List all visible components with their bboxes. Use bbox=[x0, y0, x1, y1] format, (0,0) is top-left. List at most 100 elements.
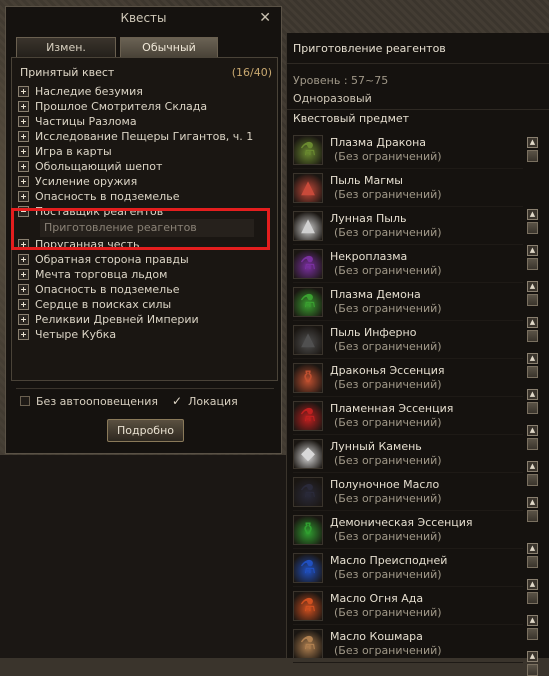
scroll-thumb[interactable] bbox=[527, 150, 538, 162]
quest-item-row[interactable]: ⚗ Плазма Демона (Без ограничений) bbox=[293, 283, 523, 321]
scroll-thumb[interactable] bbox=[527, 294, 538, 306]
quest-list-item[interactable]: Наследие безумия bbox=[18, 84, 273, 99]
quest-list-item[interactable]: Опасность в подземелье bbox=[18, 282, 273, 297]
scroll-up-icon[interactable]: ▲ bbox=[527, 137, 538, 148]
quest-list-item[interactable]: Усиление оружия bbox=[18, 174, 273, 189]
quest-list-item[interactable]: Исследование Пещеры Гигантов, ч. 1 bbox=[18, 129, 273, 144]
expand-icon[interactable] bbox=[18, 86, 29, 97]
expand-icon[interactable] bbox=[18, 191, 29, 202]
tab-change[interactable]: Измен. bbox=[16, 37, 116, 57]
item-name: Масло Огня Ада bbox=[330, 591, 424, 605]
scroll-thumb[interactable] bbox=[527, 402, 538, 414]
auto-notify-checkbox[interactable] bbox=[20, 396, 30, 406]
expand-icon[interactable] bbox=[18, 146, 29, 157]
sub-quest-item[interactable]: Приготовление реагентов bbox=[40, 219, 254, 237]
scroll-thumb[interactable] bbox=[527, 222, 538, 234]
scroll-up-icon[interactable]: ▲ bbox=[527, 209, 538, 220]
scroll-up-icon[interactable]: ▲ bbox=[527, 245, 538, 256]
quest-list-item[interactable]: Частицы Разлома bbox=[18, 114, 273, 129]
item-scrollbar[interactable]: ▲ bbox=[527, 615, 540, 640]
scroll-thumb[interactable] bbox=[527, 438, 538, 450]
scroll-up-icon[interactable]: ▲ bbox=[527, 461, 538, 472]
scroll-thumb[interactable] bbox=[527, 258, 538, 270]
quest-item-row[interactable]: ▲ Пыль Магмы (Без ограничений) bbox=[293, 169, 523, 207]
expand-icon[interactable] bbox=[18, 314, 29, 325]
quest-list-item[interactable]: Прошлое Смотрителя Склада bbox=[18, 99, 273, 114]
item-scrollbar[interactable]: ▲ bbox=[527, 209, 540, 234]
details-button[interactable]: Подробно bbox=[107, 419, 184, 442]
quest-item-row[interactable]: ⚗ Пламенная Эссенция (Без ограничений) bbox=[293, 397, 523, 435]
quest-item-row[interactable]: ⚗ Некроплазма (Без ограничений) bbox=[293, 245, 523, 283]
scroll-thumb[interactable] bbox=[527, 664, 538, 676]
expand-icon[interactable] bbox=[18, 161, 29, 172]
scroll-up-icon[interactable]: ▲ bbox=[527, 579, 538, 590]
item-scrollbar[interactable]: ▲ bbox=[527, 317, 540, 342]
item-scrollbar[interactable]: ▲ bbox=[527, 579, 540, 604]
item-scrollbar[interactable]: ▲ bbox=[527, 425, 540, 450]
expand-icon[interactable] bbox=[18, 254, 29, 265]
auto-notify-option[interactable]: Без автооповещения bbox=[20, 395, 158, 408]
quest-list-item[interactable]: Игра в карты bbox=[18, 144, 273, 159]
quest-list-item[interactable]: Обольщающий шепот bbox=[18, 159, 273, 174]
location-option[interactable]: ✓ Локация bbox=[172, 394, 238, 408]
scroll-up-icon[interactable]: ▲ bbox=[527, 425, 538, 436]
scroll-up-icon[interactable]: ▲ bbox=[527, 543, 538, 554]
tab-normal[interactable]: Обычный bbox=[120, 37, 218, 57]
item-scrollbar[interactable]: ▲ bbox=[527, 461, 540, 486]
quest-list-item[interactable]: Мечта торговца льдом bbox=[18, 267, 273, 282]
quest-item-row[interactable]: ◆ Лунный Камень (Без ограничений) bbox=[293, 435, 523, 473]
item-limit: (Без ограничений) bbox=[334, 339, 442, 353]
scroll-up-icon[interactable]: ▲ bbox=[527, 389, 538, 400]
item-scrollbar[interactable]: ▲ bbox=[527, 245, 540, 270]
scroll-up-icon[interactable]: ▲ bbox=[527, 651, 538, 662]
quest-item-row[interactable]: ⚗ Масло Преисподней (Без ограничений) bbox=[293, 549, 523, 587]
item-scrollbar[interactable]: ▲ bbox=[527, 543, 540, 568]
check-icon[interactable]: ✓ bbox=[172, 394, 182, 408]
quest-item-row[interactable]: ▲ Пыль Инферно (Без ограничений) bbox=[293, 321, 523, 359]
scroll-thumb[interactable] bbox=[527, 330, 538, 342]
scroll-up-icon[interactable]: ▲ bbox=[527, 615, 538, 626]
collapse-icon[interactable] bbox=[18, 206, 29, 217]
quest-item-row[interactable]: ⚱ Демоническая Эссенция (Без ограничений) bbox=[293, 511, 523, 549]
expand-icon[interactable] bbox=[18, 131, 29, 142]
scroll-up-icon[interactable]: ▲ bbox=[527, 281, 538, 292]
scroll-up-icon[interactable]: ▲ bbox=[527, 353, 538, 364]
expand-icon[interactable] bbox=[18, 176, 29, 187]
quest-item-row[interactable]: ⚗ Плазма Дракона (Без ограничений) bbox=[293, 131, 523, 169]
item-scrollbar[interactable]: ▲ bbox=[527, 389, 540, 414]
expand-icon[interactable] bbox=[18, 239, 29, 250]
expand-icon[interactable] bbox=[18, 329, 29, 340]
item-scrollbar[interactable]: ▲ bbox=[527, 651, 540, 676]
scroll-thumb[interactable] bbox=[527, 556, 538, 568]
expand-icon[interactable] bbox=[18, 116, 29, 127]
scroll-thumb[interactable] bbox=[527, 474, 538, 486]
quest-list-item[interactable]: Реликвии Древней Империи bbox=[18, 312, 273, 327]
quest-list-item[interactable]: Сердце в поисках силы bbox=[18, 297, 273, 312]
quest-list-item[interactable]: Поставщик реагентов bbox=[18, 204, 273, 219]
quest-item-row[interactable]: ⚗ Масло Огня Ада (Без ограничений) bbox=[293, 587, 523, 625]
item-scrollbar[interactable]: ▲ bbox=[527, 497, 540, 522]
quest-list-item[interactable]: Четыре Кубка bbox=[18, 327, 273, 342]
scroll-up-icon[interactable]: ▲ bbox=[527, 317, 538, 328]
quest-list-item[interactable]: Обратная сторона правды bbox=[18, 252, 273, 267]
expand-icon[interactable] bbox=[18, 284, 29, 295]
expand-icon[interactable] bbox=[18, 269, 29, 280]
quest-item-row[interactable]: ⚗ Полуночное Масло (Без ограничений) bbox=[293, 473, 523, 511]
item-scrollbar[interactable]: ▲ bbox=[527, 353, 540, 378]
flask-icon: ⚗ bbox=[293, 628, 323, 659]
expand-icon[interactable] bbox=[18, 101, 29, 112]
scroll-thumb[interactable] bbox=[527, 592, 538, 604]
close-icon[interactable]: ✕ bbox=[259, 10, 271, 26]
quest-item-row[interactable]: ⚱ Драконья Эссенция (Без ограничений) bbox=[293, 359, 523, 397]
scroll-thumb[interactable] bbox=[527, 628, 538, 640]
quest-item-row[interactable]: ⚗ Масло Кошмара (Без ограничений) bbox=[293, 625, 523, 663]
quest-item-row[interactable]: ▲ Лунная Пыль (Без ограничений) bbox=[293, 207, 523, 245]
expand-icon[interactable] bbox=[18, 299, 29, 310]
scroll-thumb[interactable] bbox=[527, 366, 538, 378]
scroll-up-icon[interactable]: ▲ bbox=[527, 497, 538, 508]
quest-list-item[interactable]: Опасность в подземелье bbox=[18, 189, 273, 204]
quest-list-item[interactable]: Поруганная честь bbox=[18, 237, 273, 252]
scroll-thumb[interactable] bbox=[527, 510, 538, 522]
item-scrollbar[interactable]: ▲ bbox=[527, 137, 540, 162]
item-scrollbar[interactable]: ▲ bbox=[527, 281, 540, 306]
